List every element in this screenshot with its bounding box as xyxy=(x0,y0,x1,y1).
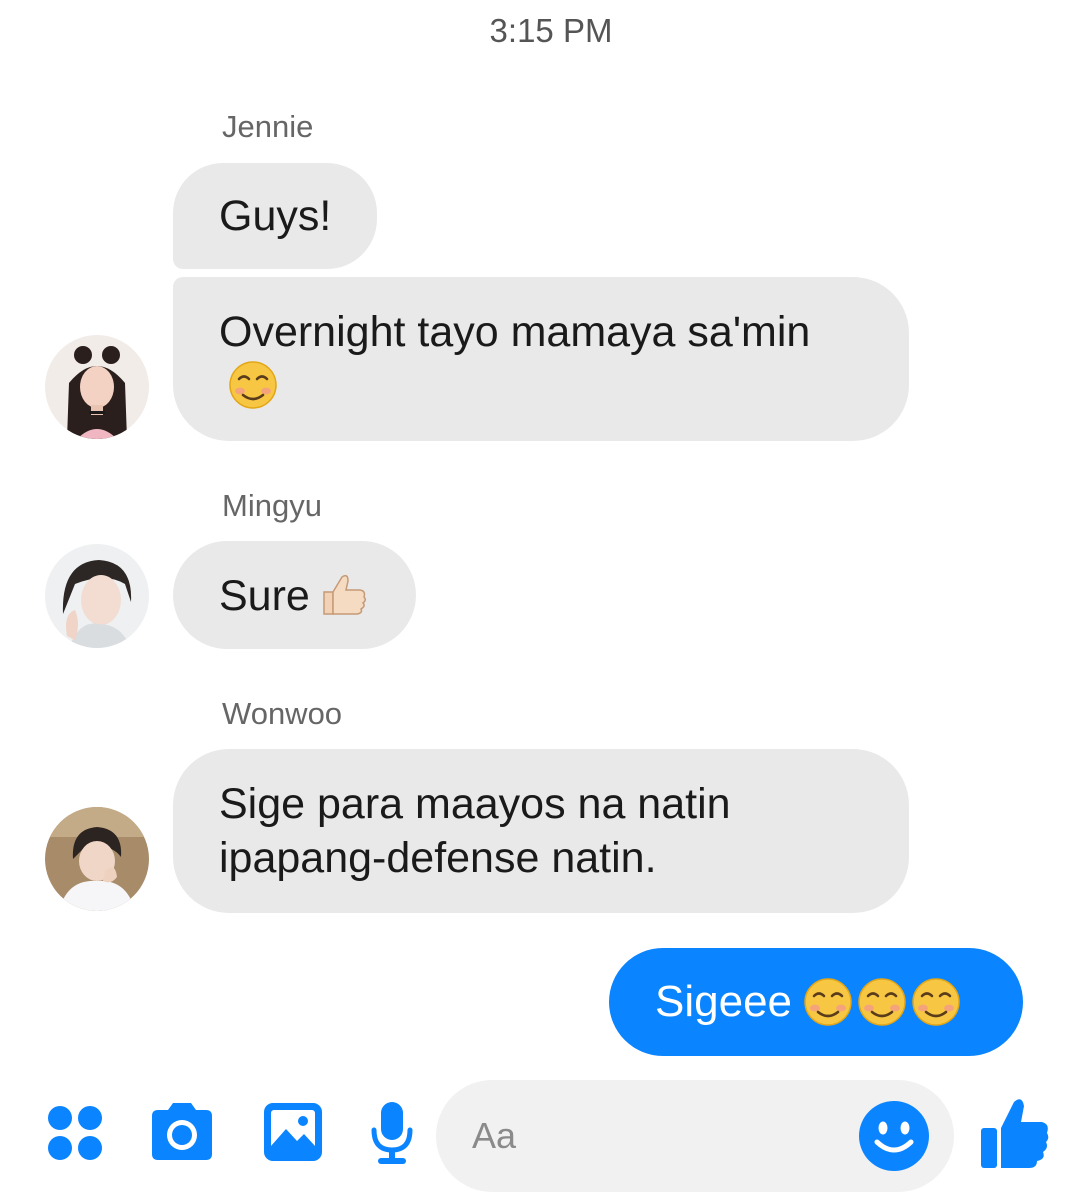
message-timestamp: 3:15 PM xyxy=(489,12,613,49)
message-text: Sige para maayos na natin ipapang-defens… xyxy=(219,780,731,882)
sender-name-jennie: Jennie xyxy=(222,109,314,144)
smiling-face-emoji xyxy=(856,976,908,1028)
outgoing-message-bubble[interactable]: Sigeee xyxy=(609,948,1023,1056)
message-bubble[interactable]: Sige para maayos na natin ipapang-defens… xyxy=(173,749,909,913)
outgoing-message-text: Sigeee xyxy=(655,977,793,1026)
message-bubble[interactable]: Overnight tayo mamaya sa'min xyxy=(173,277,909,441)
gallery-icon[interactable] xyxy=(262,1101,324,1163)
message-bubble[interactable]: Guys! xyxy=(173,163,378,269)
avatar-jennie[interactable] xyxy=(45,335,149,439)
message-input-placeholder: Aa xyxy=(472,1115,517,1156)
thumbs-up-emoji xyxy=(318,568,370,620)
message-input[interactable]: Aa xyxy=(436,1080,954,1192)
sender-name-wonwoo: Wonwoo xyxy=(222,696,343,731)
message-text: Guys! xyxy=(219,192,332,240)
like-thumbs-up-icon[interactable] xyxy=(978,1096,1050,1170)
apps-icon[interactable] xyxy=(46,1104,104,1162)
microphone-icon[interactable] xyxy=(370,1100,414,1166)
avatar-wonwoo[interactable] xyxy=(45,807,149,911)
message-text: Overnight tayo mamaya sa'min xyxy=(219,307,811,356)
smiling-face-emoji xyxy=(910,976,962,1028)
smiling-face-emoji xyxy=(227,359,279,411)
avatar-mingyu[interactable] xyxy=(45,544,149,648)
message-text: Sure xyxy=(219,571,310,620)
smiling-face-emoji xyxy=(802,976,854,1028)
emoji-icon[interactable] xyxy=(858,1100,930,1172)
sender-name-mingyu: Mingyu xyxy=(222,488,322,523)
camera-icon[interactable] xyxy=(148,1100,216,1162)
message-bubble[interactable]: Sure xyxy=(173,541,416,649)
